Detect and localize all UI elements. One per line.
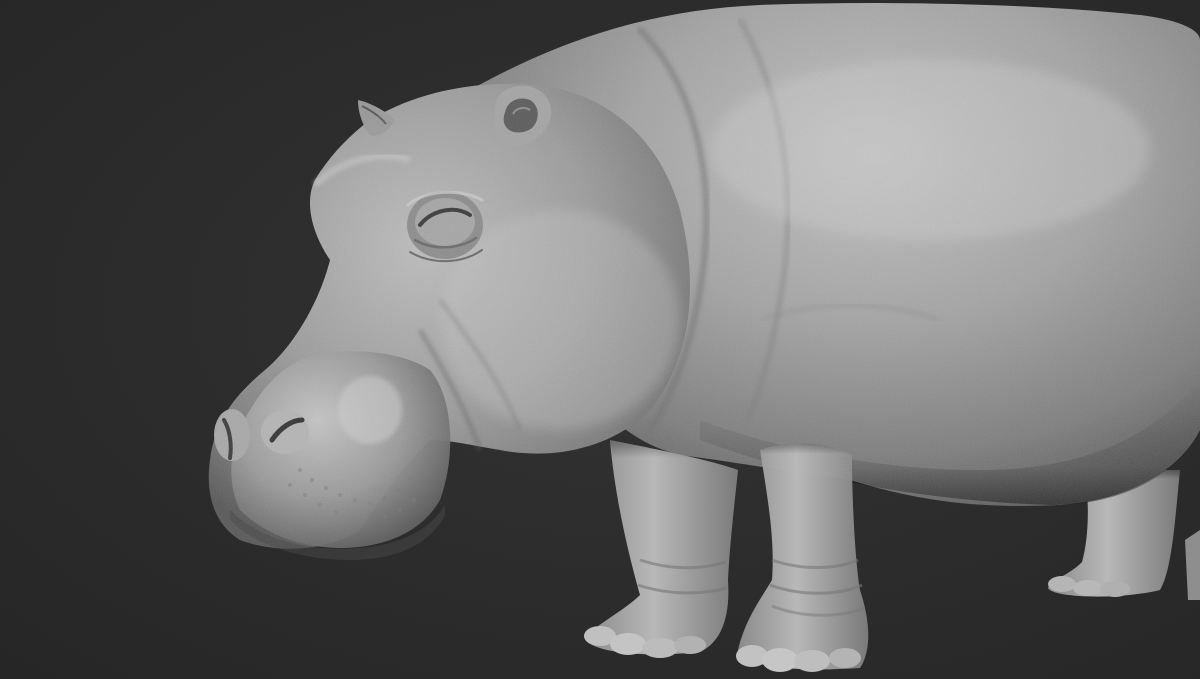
hippo-render xyxy=(208,3,1200,672)
front-leg-far xyxy=(584,440,738,658)
render-viewport xyxy=(0,0,1200,679)
